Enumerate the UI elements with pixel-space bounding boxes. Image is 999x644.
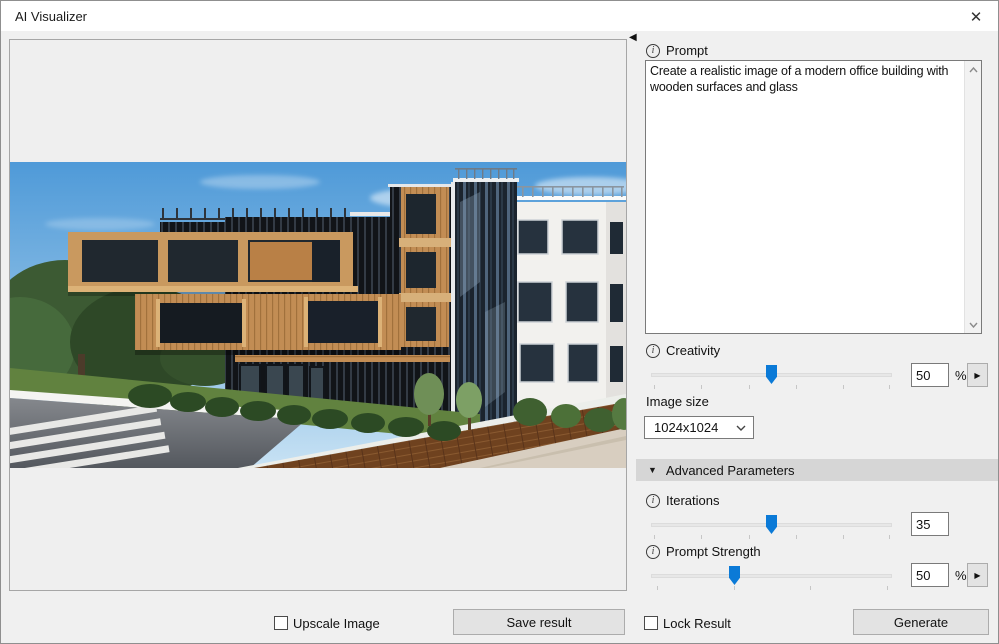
iterations-slider[interactable] <box>651 514 892 540</box>
save-result-button[interactable]: Save result <box>453 609 625 635</box>
advanced-parameters-label: Advanced Parameters <box>665 462 795 478</box>
prompt-strength-label-row: i Prompt Strength <box>646 544 761 559</box>
prompt-text[interactable]: Create a realistic image of a modern off… <box>646 61 964 333</box>
prompt-textarea[interactable]: Create a realistic image of a modern off… <box>645 60 982 334</box>
image-size-label: Image size <box>646 394 709 409</box>
prompt-label-row: i Prompt <box>646 43 708 58</box>
white-building <box>507 186 626 417</box>
prompt-strength-slider[interactable] <box>651 565 892 591</box>
title-bar: AI Visualizer ✕ <box>1 1 998 31</box>
iterations-label: Iterations <box>666 493 720 508</box>
info-icon: i <box>646 493 660 508</box>
iterations-value-input[interactable] <box>911 512 949 536</box>
info-icon: i <box>646 343 660 358</box>
image-size-dropdown[interactable]: 1024x1024 <box>644 416 754 439</box>
creativity-label: Creativity <box>666 343 721 358</box>
collapse-panel-icon[interactable]: ◀ <box>629 32 637 44</box>
upscale-image-checkbox[interactable] <box>274 616 288 630</box>
ai-visualizer-window: AI Visualizer ✕ Upscale Image Save resul… <box>0 0 999 644</box>
creativity-step-button[interactable]: ▶ <box>967 363 988 387</box>
prompt-strength-unit: % <box>955 568 967 583</box>
chevron-down-icon <box>736 425 753 431</box>
expander-down-icon[interactable]: ▼ <box>648 465 657 475</box>
upscale-image-label: Upscale Image <box>293 616 380 631</box>
slider-rail[interactable] <box>651 574 892 578</box>
creativity-value-input[interactable] <box>911 363 949 387</box>
prompt-label: Prompt <box>666 43 708 58</box>
scroll-up-icon[interactable] <box>965 61 982 78</box>
creativity-slider-thumb[interactable] <box>766 365 777 384</box>
window-title: AI Visualizer <box>15 9 88 24</box>
creativity-unit: % <box>955 368 967 383</box>
info-icon: i <box>646 544 660 559</box>
info-icon: i <box>646 43 660 58</box>
close-icon[interactable]: ✕ <box>964 6 988 28</box>
prompt-strength-label: Prompt Strength <box>666 544 761 559</box>
creativity-label-row: i Creativity <box>646 343 720 358</box>
prompt-strength-value-input[interactable] <box>911 563 949 587</box>
lock-result-checkbox[interactable] <box>644 616 658 630</box>
iterations-label-row: i Iterations <box>646 493 719 508</box>
creativity-slider[interactable] <box>651 364 892 390</box>
prompt-strength-step-button[interactable]: ▶ <box>967 563 988 587</box>
scroll-down-icon[interactable] <box>965 316 982 333</box>
lock-result-label: Lock Result <box>663 616 731 631</box>
advanced-parameters-header[interactable]: ▼ Advanced Parameters <box>636 459 998 481</box>
generate-button[interactable]: Generate <box>853 609 989 635</box>
image-size-selected: 1024x1024 <box>654 420 719 435</box>
iterations-slider-thumb[interactable] <box>766 515 777 534</box>
generated-image <box>10 162 626 468</box>
prompt-strength-slider-thumb[interactable] <box>729 566 740 585</box>
prompt-scrollbar[interactable] <box>964 61 981 333</box>
